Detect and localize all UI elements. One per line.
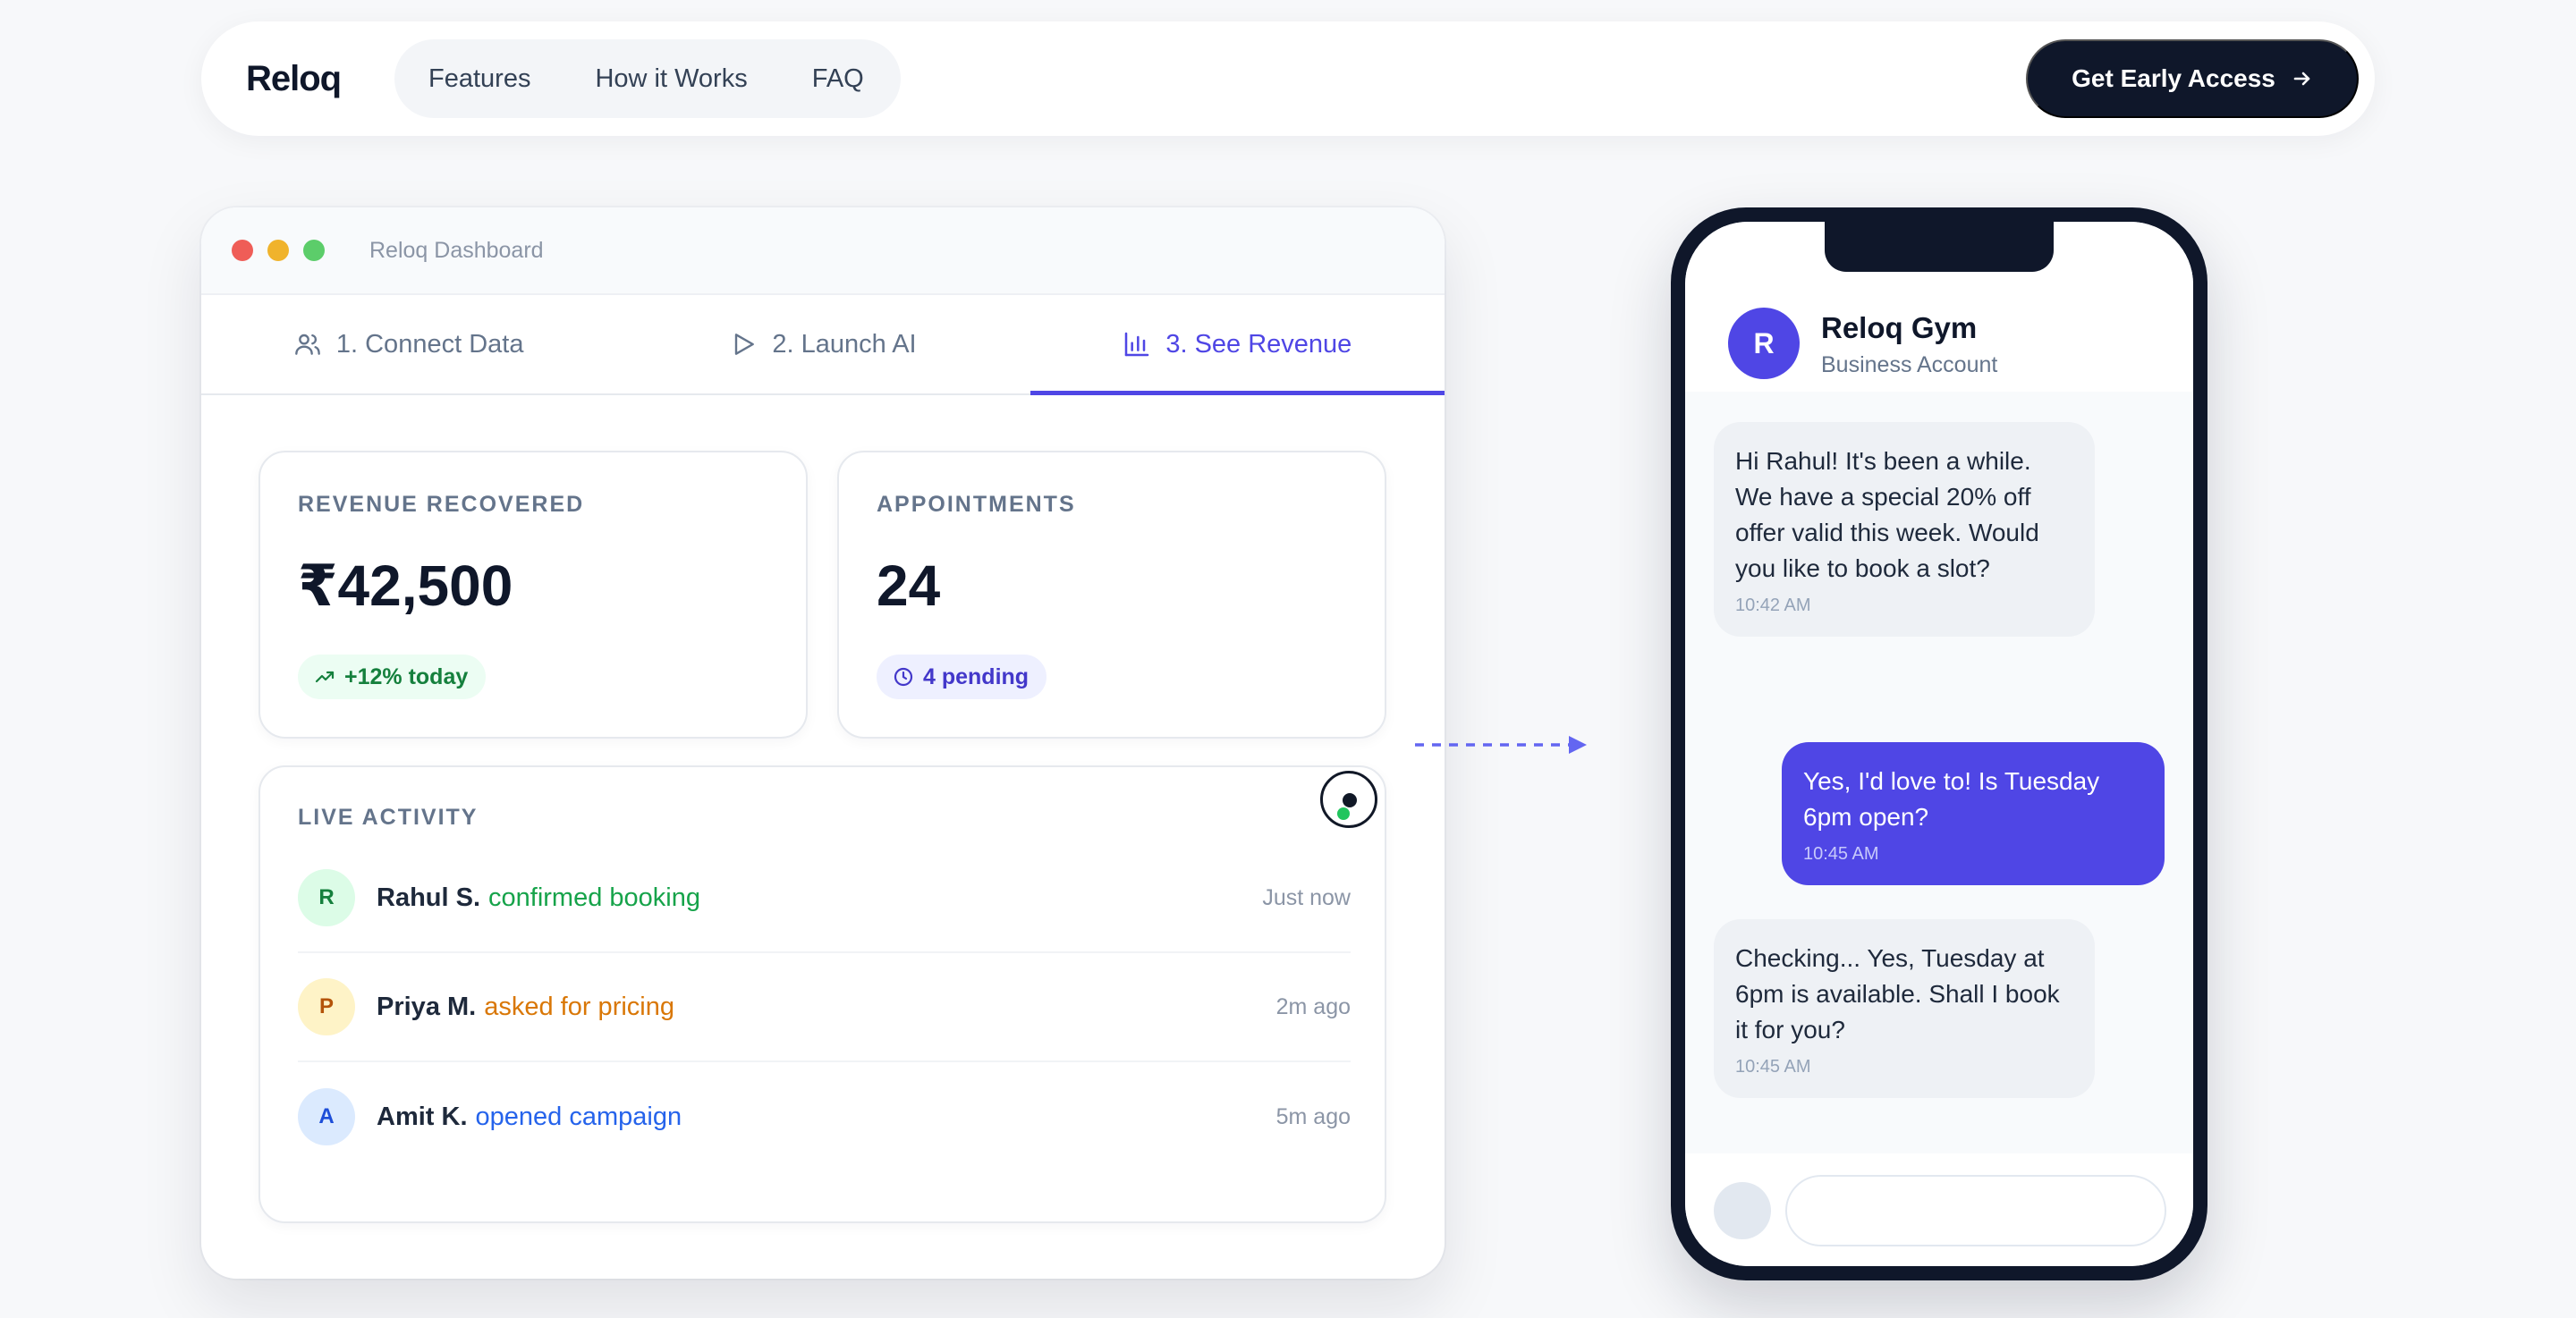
message-text: Hi Rahul! It's been a while. We have a s… (1735, 447, 2039, 582)
tab-connect-data[interactable]: 1. Connect Data (201, 295, 615, 393)
phone-mockup: R Reloq Gym Business Account Hi Rahul! I… (1671, 207, 2207, 1280)
arrow-right-icon (2293, 72, 2310, 86)
phone-screen: R Reloq Gym Business Account Hi Rahul! I… (1685, 222, 2193, 1266)
get-early-access-button[interactable]: Get Early Access (2026, 39, 2359, 118)
message-text: Checking... Yes, Tuesday at 6pm is avail… (1735, 944, 2060, 1043)
minimize-window-dot[interactable] (267, 240, 289, 261)
pending-badge: 4 pending (877, 655, 1047, 699)
nav-link-how-it-works[interactable]: How it Works (595, 64, 747, 94)
attach-button[interactable] (1714, 1182, 1771, 1239)
avatar: R (1728, 308, 1800, 379)
activity-row[interactable]: R Rahul S. confirmed booking Just now (298, 844, 1351, 953)
revenue-change-badge: +12% today (298, 655, 487, 699)
tab-launch-ai[interactable]: 2. Launch AI (615, 295, 1030, 393)
window-titlebar: Reloq Dashboard (201, 207, 1445, 295)
tab-label: 2. Launch AI (772, 329, 917, 359)
avatar: R (298, 869, 355, 926)
navbar: Reloq Features How it Works FAQ Get Earl… (201, 21, 2375, 136)
avatar: A (298, 1088, 355, 1145)
logo[interactable]: Reloq (246, 59, 342, 99)
activity-time: 2m ago (1275, 993, 1351, 1019)
trending-up-icon (315, 671, 335, 683)
message-bubble-incoming: Hi Rahul! It's been a while. We have a s… (1714, 422, 2095, 637)
activity-name: Amit K. (377, 1102, 468, 1131)
message-time: 10:42 AM (1735, 596, 1811, 615)
activity-action: opened campaign (475, 1102, 682, 1131)
live-indicator-icon (1320, 771, 1377, 828)
activity-action: asked for pricing (484, 992, 674, 1021)
dashboard-window: Reloq Dashboard 1. Connect Data 2. Launc… (201, 207, 1445, 1279)
close-window-dot[interactable] (232, 240, 253, 261)
nav-link-features[interactable]: Features (428, 64, 530, 94)
chat-contact-subtitle: Business Account (1821, 352, 1998, 377)
activity-row[interactable]: P Priya M. asked for pricing 2m ago (298, 953, 1351, 1062)
appointments-card: APPOINTMENTS 24 4 pending (837, 451, 1386, 739)
revenue-recovered-card: REVENUE RECOVERED ₹42,500 +12% today (258, 451, 808, 739)
users-icon (295, 334, 320, 355)
tab-see-revenue[interactable]: 3. See Revenue (1030, 295, 1445, 395)
chip-text: +12% today (344, 663, 469, 689)
connector-arrow-icon (1415, 736, 1587, 754)
message-bubble-outgoing: Yes, I'd love to! Is Tuesday 6pm open? 1… (1782, 742, 2165, 885)
activity-name: Rahul S. (377, 883, 481, 912)
activity-time: Just now (1262, 884, 1351, 910)
live-activity-title: LIVE ACTIVITY (298, 805, 479, 830)
phone-notch (1825, 222, 2054, 272)
activity-time: 5m ago (1275, 1103, 1351, 1129)
activity-name: Priya M. (377, 992, 477, 1021)
activity-action: confirmed booking (488, 883, 700, 912)
nav-links: Features How it Works FAQ (394, 39, 901, 118)
tab-label: 1. Connect Data (335, 329, 524, 359)
message-composer (1685, 1153, 2193, 1266)
activity-row[interactable]: A Amit K. opened campaign 5m ago (298, 1062, 1351, 1171)
bar-chart-icon (1125, 332, 1149, 357)
nav-link-faq[interactable]: FAQ (812, 64, 864, 94)
clock-icon (894, 667, 913, 687)
revenue-value: ₹42,500 (298, 553, 513, 618)
chat-contact-name: Reloq Gym (1821, 311, 1978, 344)
chip-text: 4 pending (923, 663, 1030, 689)
message-time: 10:45 AM (1735, 1057, 1811, 1077)
message-input[interactable] (1785, 1175, 2166, 1246)
maximize-window-dot[interactable] (303, 240, 325, 261)
avatar: P (298, 978, 355, 1035)
play-icon (735, 334, 755, 355)
appointments-value: 24 (877, 553, 941, 618)
dashboard-tabs: 1. Connect Data 2. Launch AI 3. See Reve… (201, 295, 1445, 395)
live-activity-card: LIVE ACTIVITY R Rahul S. confirmed booki… (258, 765, 1386, 1223)
stat-label: REVENUE RECOVERED (298, 492, 585, 517)
tab-label: 3. See Revenue (1165, 329, 1352, 359)
window-title: Reloq Dashboard (369, 237, 544, 263)
stat-label: APPOINTMENTS (877, 492, 1076, 517)
message-time: 10:45 AM (1803, 844, 1879, 864)
cta-label: Get Early Access (2072, 64, 2275, 92)
message-bubble-incoming: Checking... Yes, Tuesday at 6pm is avail… (1714, 919, 2095, 1098)
message-text: Yes, I'd love to! Is Tuesday 6pm open? (1803, 767, 2100, 831)
